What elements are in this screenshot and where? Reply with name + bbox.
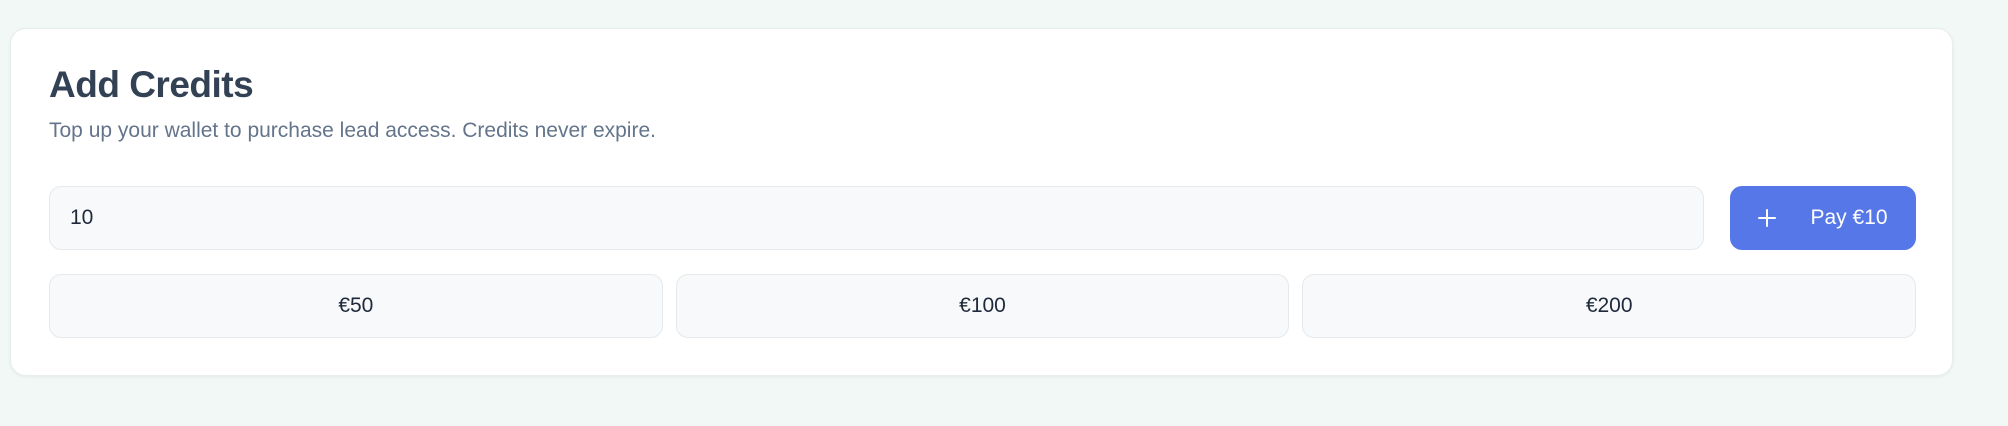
- preset-button-50[interactable]: €50: [49, 274, 663, 338]
- card-subtitle: Top up your wallet to purchase lead acce…: [49, 119, 656, 142]
- plus-icon: [1758, 209, 1777, 227]
- card-title: Add Credits: [49, 64, 254, 105]
- add-credits-card: Add Credits Top up your wallet to purcha…: [10, 28, 1953, 376]
- preset-amounts: €50 €100 €200: [49, 274, 1917, 338]
- pay-button[interactable]: Pay €10: [1730, 186, 1916, 250]
- credit-amount-input[interactable]: [49, 186, 1704, 250]
- pay-button-label: Pay €10: [1810, 206, 1888, 229]
- preset-button-200[interactable]: €200: [1302, 274, 1917, 338]
- preset-button-100[interactable]: €100: [675, 274, 1290, 338]
